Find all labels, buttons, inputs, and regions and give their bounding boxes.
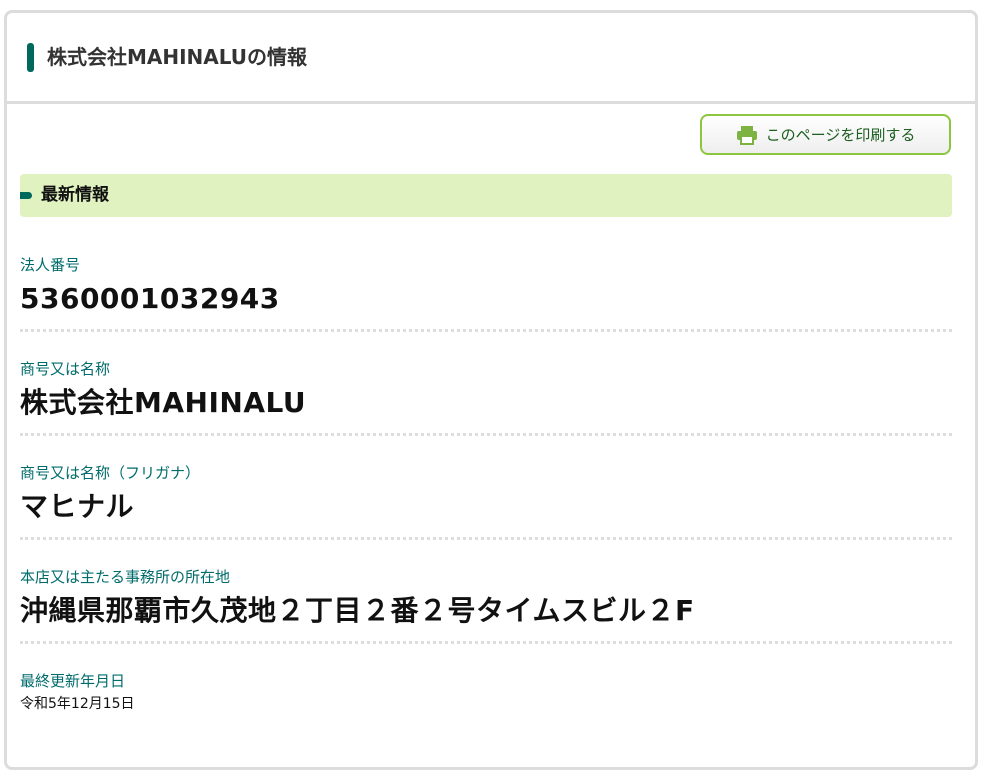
field-label: 最終更新年月日 bbox=[20, 672, 126, 690]
field-value: 株式会社MAHINALU bbox=[20, 386, 307, 419]
field-company-name-furigana: 商号又は名称（フリガナ） マヒナル bbox=[20, 463, 952, 525]
field-label: 商号又は名称（フリガナ） bbox=[20, 464, 201, 482]
section-header-latest: 最新情報 bbox=[20, 174, 952, 217]
field-value: 沖縄県那覇市久茂地２丁目２番２号タイムスビル２F bbox=[20, 594, 695, 627]
print-button-label: このページを印刷する bbox=[765, 126, 916, 144]
divider bbox=[20, 433, 952, 436]
field-label: 法人番号 bbox=[20, 256, 81, 274]
field-label: 商号又は名称 bbox=[20, 360, 111, 378]
divider bbox=[20, 641, 952, 644]
field-label: 本店又は主たる事務所の所在地 bbox=[20, 568, 231, 586]
section-title: 最新情報 bbox=[41, 185, 109, 205]
page-title: 株式会社MAHINALUの情報 bbox=[47, 45, 308, 69]
field-last-updated: 最終更新年月日 令和5年12月15日 bbox=[20, 671, 952, 713]
printer-icon bbox=[736, 125, 758, 145]
title-accent-bar bbox=[27, 43, 34, 72]
field-value: 5360001032943 bbox=[20, 282, 280, 315]
panel-header: 株式会社MAHINALUの情報 bbox=[7, 13, 975, 104]
divider bbox=[20, 329, 952, 332]
field-value: マヒナル bbox=[20, 490, 135, 523]
section-tab-marker bbox=[20, 192, 32, 199]
print-page-button[interactable]: このページを印刷する bbox=[700, 114, 951, 155]
field-corporate-number: 法人番号 5360001032943 bbox=[20, 255, 952, 317]
field-head-office-address: 本店又は主たる事務所の所在地 沖縄県那覇市久茂地２丁目２番２号タイムスビル２F bbox=[20, 567, 952, 629]
field-value: 令和5年12月15日 bbox=[20, 696, 135, 712]
field-company-name: 商号又は名称 株式会社MAHINALU bbox=[20, 359, 952, 421]
divider bbox=[20, 537, 952, 540]
